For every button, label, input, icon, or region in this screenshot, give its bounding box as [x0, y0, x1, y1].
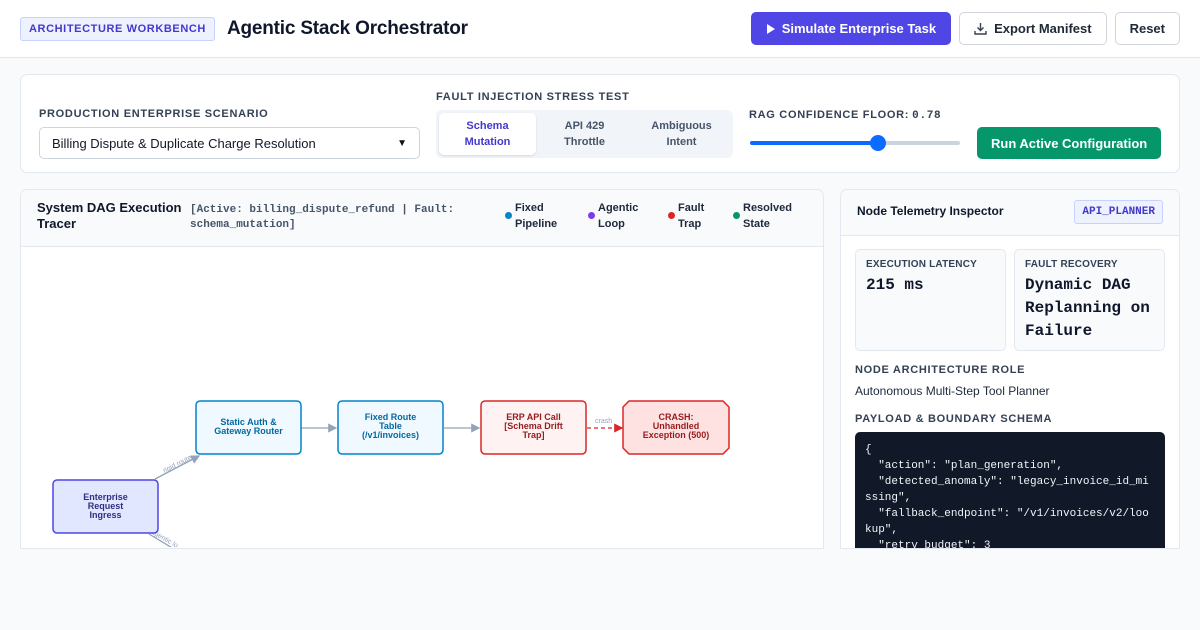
slider-fill	[750, 141, 879, 145]
scenario-value: Billing Dispute & Duplicate Charge Resol…	[52, 135, 316, 151]
reset-button[interactable]: Reset	[1114, 12, 1180, 45]
legend-dot	[668, 212, 675, 219]
legend-fault-trap: Fault Trap	[668, 200, 722, 232]
legend-dot	[588, 212, 595, 219]
recovery-value: Dynamic DAG Replanning on Failure	[1025, 276, 1150, 340]
payload-label: PAYLOAD & BOUNDARY SCHEMA	[855, 413, 1053, 425]
slider-thumb[interactable]	[870, 135, 887, 151]
rag-label-text: RAG CONFIDENCE FLOOR:	[749, 109, 910, 121]
dag-status: [Active: billing_dispute_refund | Fault:…	[190, 204, 455, 231]
top-bar: ARCHITECTURE WORKBENCH Agentic Stack Orc…	[0, 0, 1200, 58]
export-manifest-label: Export Manifest	[994, 21, 1092, 36]
dag-tracer-panel: System DAG Execution Tracer [Active: bil…	[20, 189, 824, 549]
role-label: NODE ARCHITECTURE ROLE	[855, 364, 1026, 376]
fault-option-api-throttle[interactable]: API 429 Throttle	[536, 113, 633, 155]
inspector-header: Node Telemetry Inspector API_PLANNER	[841, 190, 1179, 236]
chevron-down-icon: ▼	[397, 137, 407, 149]
rag-confidence-slider[interactable]	[750, 135, 960, 151]
dag-node-erp-call[interactable]: ERP API Call [Schema Drift Trap]	[480, 400, 587, 455]
node-line: Gateway Router	[214, 426, 283, 436]
payload-code: { "action": "plan_generation", "detected…	[855, 432, 1165, 548]
fault-option-ambiguous-intent[interactable]: Ambiguous Intent	[633, 113, 730, 155]
fault-option-label: API 429 Throttle	[564, 120, 605, 148]
run-configuration-button[interactable]: Run Active Configuration	[977, 127, 1162, 159]
svg-text:Static Auth &Gateway Router: Static Auth & Gateway Router	[214, 417, 283, 436]
legend-label: Agentic Loop	[598, 202, 639, 230]
fault-selector: Schema Mutation API 429 Throttle Ambiguo…	[436, 110, 733, 158]
inspector-title: Node Telemetry Inspector	[857, 204, 1004, 218]
simulate-task-label: Simulate Enterprise Task	[781, 21, 937, 36]
dag-title: System DAG Execution Tracer	[37, 200, 182, 231]
node-line: (/v1/invoices)	[362, 430, 419, 440]
fault-option-label: Schema Mutation	[464, 120, 511, 148]
node-line: Trap]	[522, 430, 544, 440]
download-icon	[974, 23, 987, 35]
legend-resolved-state: Resolved State	[733, 200, 813, 232]
edge-label-crash: crash	[595, 418, 612, 425]
legend-dot	[733, 212, 740, 219]
dag-header: System DAG Execution Tracer [Active: bil…	[21, 190, 823, 247]
configuration-panel: PRODUCTION ENTERPRISE SCENARIO Billing D…	[20, 74, 1180, 173]
dag-node-crash[interactable]: CRASH: Unhandled Exception (500)	[622, 400, 730, 455]
play-icon	[766, 23, 775, 34]
legend-label: Fixed Pipeline	[515, 202, 558, 230]
recovery-card: FAULT RECOVERY Dynamic DAG Replanning on…	[1014, 249, 1165, 351]
fault-option-schema-mutation[interactable]: Schema Mutation	[439, 113, 536, 155]
svg-text:EnterpriseRequestIngress: Enterprise Request Ingress	[83, 492, 128, 520]
rag-value: 0.78	[912, 110, 942, 122]
node-line: Exception (500)	[643, 430, 710, 440]
selected-node-badge: API_PLANNER	[1074, 200, 1163, 224]
role-value: Autonomous Multi-Step Tool Planner	[855, 384, 1050, 398]
telemetry-inspector-panel: Node Telemetry Inspector API_PLANNER EXE…	[840, 189, 1180, 549]
legend-label: Fault Trap	[678, 202, 705, 230]
legend-dot	[505, 212, 512, 219]
dag-node-route-table[interactable]: Fixed Route Table (/v1/invoices)	[337, 400, 444, 455]
simulate-task-button[interactable]: Simulate Enterprise Task	[750, 12, 952, 45]
legend-agentic-loop: Agentic Loop	[588, 200, 658, 232]
fault-injection-label: FAULT INJECTION STRESS TEST	[436, 91, 630, 103]
top-actions: Simulate Enterprise Task Export Manifest…	[750, 12, 1180, 45]
dag-graph: rigid route crash agentic lo Enterprise R…	[52, 400, 730, 547]
dag-node-ingress[interactable]: Enterprise Request Ingress	[52, 479, 159, 534]
edge-label-rigid: rigid route	[162, 454, 193, 474]
rag-confidence-label: RAG CONFIDENCE FLOOR: 0.78	[749, 109, 941, 122]
dag-node-auth-router[interactable]: Static Auth & Gateway Router	[195, 400, 302, 455]
scenario-label: PRODUCTION ENTERPRISE SCENARIO	[39, 108, 269, 120]
workbench-badge: ARCHITECTURE WORKBENCH	[20, 16, 215, 41]
latency-label: EXECUTION LATENCY	[866, 259, 977, 270]
latency-value: 215 ms	[866, 276, 924, 294]
node-line: Ingress	[89, 510, 121, 520]
latency-card: EXECUTION LATENCY 215 ms	[855, 249, 1006, 351]
recovery-label: FAULT RECOVERY	[1025, 259, 1118, 270]
export-manifest-button[interactable]: Export Manifest	[959, 12, 1107, 45]
reset-label: Reset	[1129, 21, 1165, 36]
scenario-select[interactable]: Billing Dispute & Duplicate Charge Resol…	[39, 127, 420, 159]
fault-option-label: Ambiguous Intent	[651, 120, 712, 148]
legend-label: Resolved State	[743, 202, 792, 230]
app-title: Agentic Stack Orchestrator	[226, 17, 468, 39]
legend-fixed-pipeline: Fixed Pipeline	[505, 200, 575, 232]
